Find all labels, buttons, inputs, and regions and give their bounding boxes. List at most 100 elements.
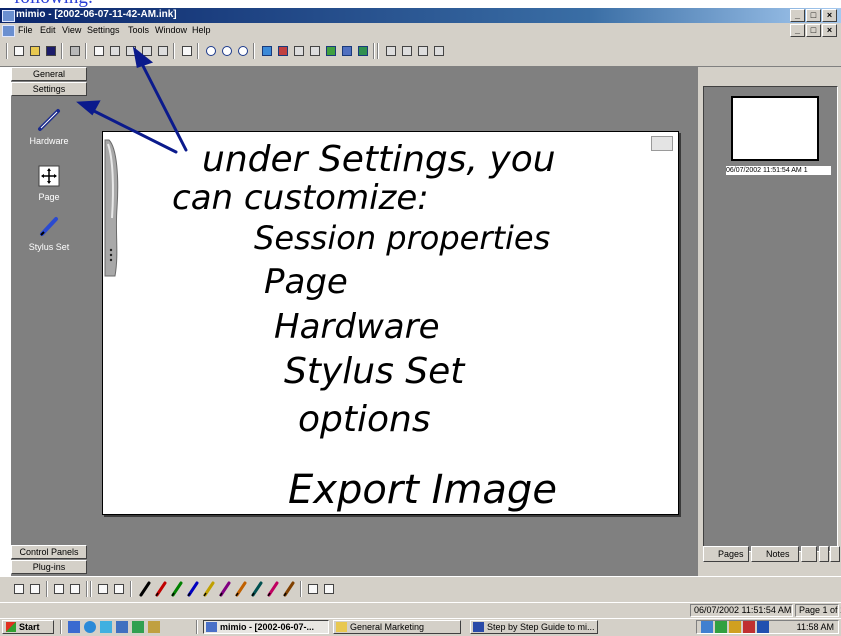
tab-control-panels[interactable]: Control Panels bbox=[11, 545, 87, 559]
print-icon[interactable] bbox=[68, 44, 82, 58]
tray-volume-icon[interactable] bbox=[743, 621, 755, 633]
pen-color-10-icon[interactable] bbox=[282, 581, 296, 597]
delete-icon[interactable] bbox=[156, 44, 170, 58]
print-preview-icon[interactable] bbox=[92, 44, 106, 58]
new-file-icon[interactable] bbox=[12, 44, 26, 58]
task-general-marketing[interactable]: General Marketing bbox=[333, 620, 461, 634]
export-image-icon[interactable] bbox=[340, 44, 354, 58]
highlighter-icon[interactable] bbox=[306, 582, 320, 596]
mimio-quicklaunch-icon[interactable] bbox=[132, 621, 144, 633]
settings-item-label: Hardware bbox=[29, 136, 69, 146]
toolbar-separator bbox=[61, 43, 63, 59]
mimio-tools-icon[interactable] bbox=[356, 44, 370, 58]
pen-color-3-icon[interactable] bbox=[170, 581, 184, 597]
page-thumbnail[interactable] bbox=[731, 96, 819, 161]
tab-notes[interactable]: Notes bbox=[751, 546, 799, 562]
quicklaunch-icon[interactable] bbox=[116, 621, 128, 633]
view-page-icon[interactable] bbox=[12, 582, 26, 596]
tools-quicklaunch-icon[interactable] bbox=[148, 621, 160, 633]
paste-icon[interactable] bbox=[140, 44, 154, 58]
zoom-out-icon[interactable] bbox=[220, 44, 234, 58]
minimize-button[interactable]: _ bbox=[790, 9, 805, 22]
select-tool-icon[interactable] bbox=[180, 44, 194, 58]
handwriting-line: can customize: bbox=[172, 178, 429, 218]
tab-general[interactable]: General bbox=[11, 67, 87, 81]
task-label: General Marketing bbox=[350, 622, 425, 632]
menu-tools[interactable]: Tools bbox=[128, 25, 149, 35]
outlook-icon[interactable] bbox=[100, 621, 112, 633]
menu-help[interactable]: Help bbox=[192, 25, 211, 35]
page-icon bbox=[36, 163, 62, 189]
list-view-icon[interactable] bbox=[68, 582, 82, 596]
handwriting-line: Export Image bbox=[288, 467, 557, 513]
connect-icon[interactable] bbox=[260, 44, 274, 58]
eraser-icon[interactable] bbox=[322, 582, 336, 596]
scroll-left-arrow-icon[interactable] bbox=[819, 546, 829, 562]
tray-mimio-icon[interactable] bbox=[715, 621, 727, 633]
menu-file[interactable]: File bbox=[18, 25, 33, 35]
doc-minimize-button[interactable]: _ bbox=[790, 24, 805, 37]
handwriting-recognition-icon[interactable] bbox=[276, 44, 290, 58]
doc-maximize-button[interactable]: □ bbox=[806, 24, 821, 37]
tab-settings[interactable]: Settings bbox=[11, 82, 87, 96]
view-split-icon[interactable] bbox=[28, 582, 42, 596]
tab-pages[interactable]: Pages bbox=[703, 546, 749, 562]
handwriting-layer: under Settings, you can customize: Sessi… bbox=[172, 139, 557, 513]
pen-color-9-icon[interactable] bbox=[266, 581, 280, 597]
pen-color-6-icon[interactable] bbox=[218, 581, 232, 597]
zoom-in-icon[interactable] bbox=[204, 44, 218, 58]
pen-color-1-icon[interactable] bbox=[138, 581, 152, 597]
toolbar-grip bbox=[6, 43, 8, 59]
menu-edit[interactable]: Edit bbox=[40, 25, 56, 35]
tray-messenger-icon[interactable] bbox=[757, 621, 769, 633]
drawing-toolbar bbox=[0, 576, 841, 603]
task-mimio[interactable]: mimio - [2002-06-07-... bbox=[203, 620, 329, 634]
first-page-icon[interactable] bbox=[384, 44, 398, 58]
internet-explorer-icon[interactable] bbox=[84, 621, 96, 633]
close-button[interactable]: × bbox=[822, 9, 837, 22]
pen-color-2-icon[interactable] bbox=[154, 581, 168, 597]
menu-view[interactable]: View bbox=[62, 25, 81, 35]
settings-item-hardware[interactable]: Hardware bbox=[11, 107, 87, 146]
tray-tools-icon[interactable] bbox=[729, 621, 741, 633]
cut-icon[interactable] bbox=[108, 44, 122, 58]
scroll-right-arrow-icon[interactable] bbox=[830, 546, 840, 562]
pen-color-4-icon[interactable] bbox=[186, 581, 200, 597]
copy-icon[interactable] bbox=[124, 44, 138, 58]
caption-fragment: following: bbox=[0, 0, 841, 8]
next-page-icon[interactable] bbox=[416, 44, 430, 58]
tab-plug-ins[interactable]: Plug-ins bbox=[11, 560, 87, 574]
pen-color-7-icon[interactable] bbox=[234, 581, 248, 597]
toolbar-separator bbox=[85, 43, 87, 59]
doc-icon bbox=[2, 25, 15, 37]
start-button[interactable]: Start bbox=[2, 620, 54, 634]
doc-close-button[interactable]: × bbox=[822, 24, 837, 37]
handwriting-line: Page bbox=[264, 262, 348, 302]
tab-extra-icon[interactable] bbox=[801, 546, 817, 562]
previous-page-icon[interactable] bbox=[400, 44, 414, 58]
maximize-button[interactable]: □ bbox=[806, 9, 821, 22]
pen-color-5-icon[interactable] bbox=[202, 581, 216, 597]
grid-view-icon[interactable] bbox=[52, 582, 66, 596]
task-step-by-step[interactable]: Step by Step Guide to mi... bbox=[470, 620, 598, 634]
screen-capture-icon[interactable] bbox=[324, 44, 338, 58]
settings-item-stylus-set[interactable]: Stylus Set bbox=[11, 213, 87, 252]
toolbar-separator bbox=[130, 581, 132, 597]
select-icon[interactable] bbox=[96, 582, 110, 596]
open-folder-icon[interactable] bbox=[28, 44, 42, 58]
save-icon[interactable] bbox=[44, 44, 58, 58]
menu-settings[interactable]: Settings bbox=[87, 25, 120, 35]
tray-network-icon[interactable] bbox=[701, 621, 713, 633]
text-icon[interactable] bbox=[292, 44, 306, 58]
menu-window[interactable]: Window bbox=[155, 25, 187, 35]
last-page-icon[interactable] bbox=[432, 44, 446, 58]
spell-check-icon[interactable] bbox=[308, 44, 322, 58]
pen-color-8-icon[interactable] bbox=[250, 581, 264, 597]
status-datetime: 06/07/2002 11:51:54 AM bbox=[690, 604, 793, 617]
zoom-fit-icon[interactable] bbox=[236, 44, 250, 58]
settings-item-page[interactable]: Page bbox=[11, 163, 87, 202]
show-desktop-icon[interactable] bbox=[68, 621, 80, 633]
title-bar[interactable]: mimio - [2002-06-07-11-42-AM.ink] _ □ × bbox=[0, 8, 841, 23]
handwriting-line: under Settings, you bbox=[202, 139, 556, 180]
lasso-icon[interactable] bbox=[112, 582, 126, 596]
